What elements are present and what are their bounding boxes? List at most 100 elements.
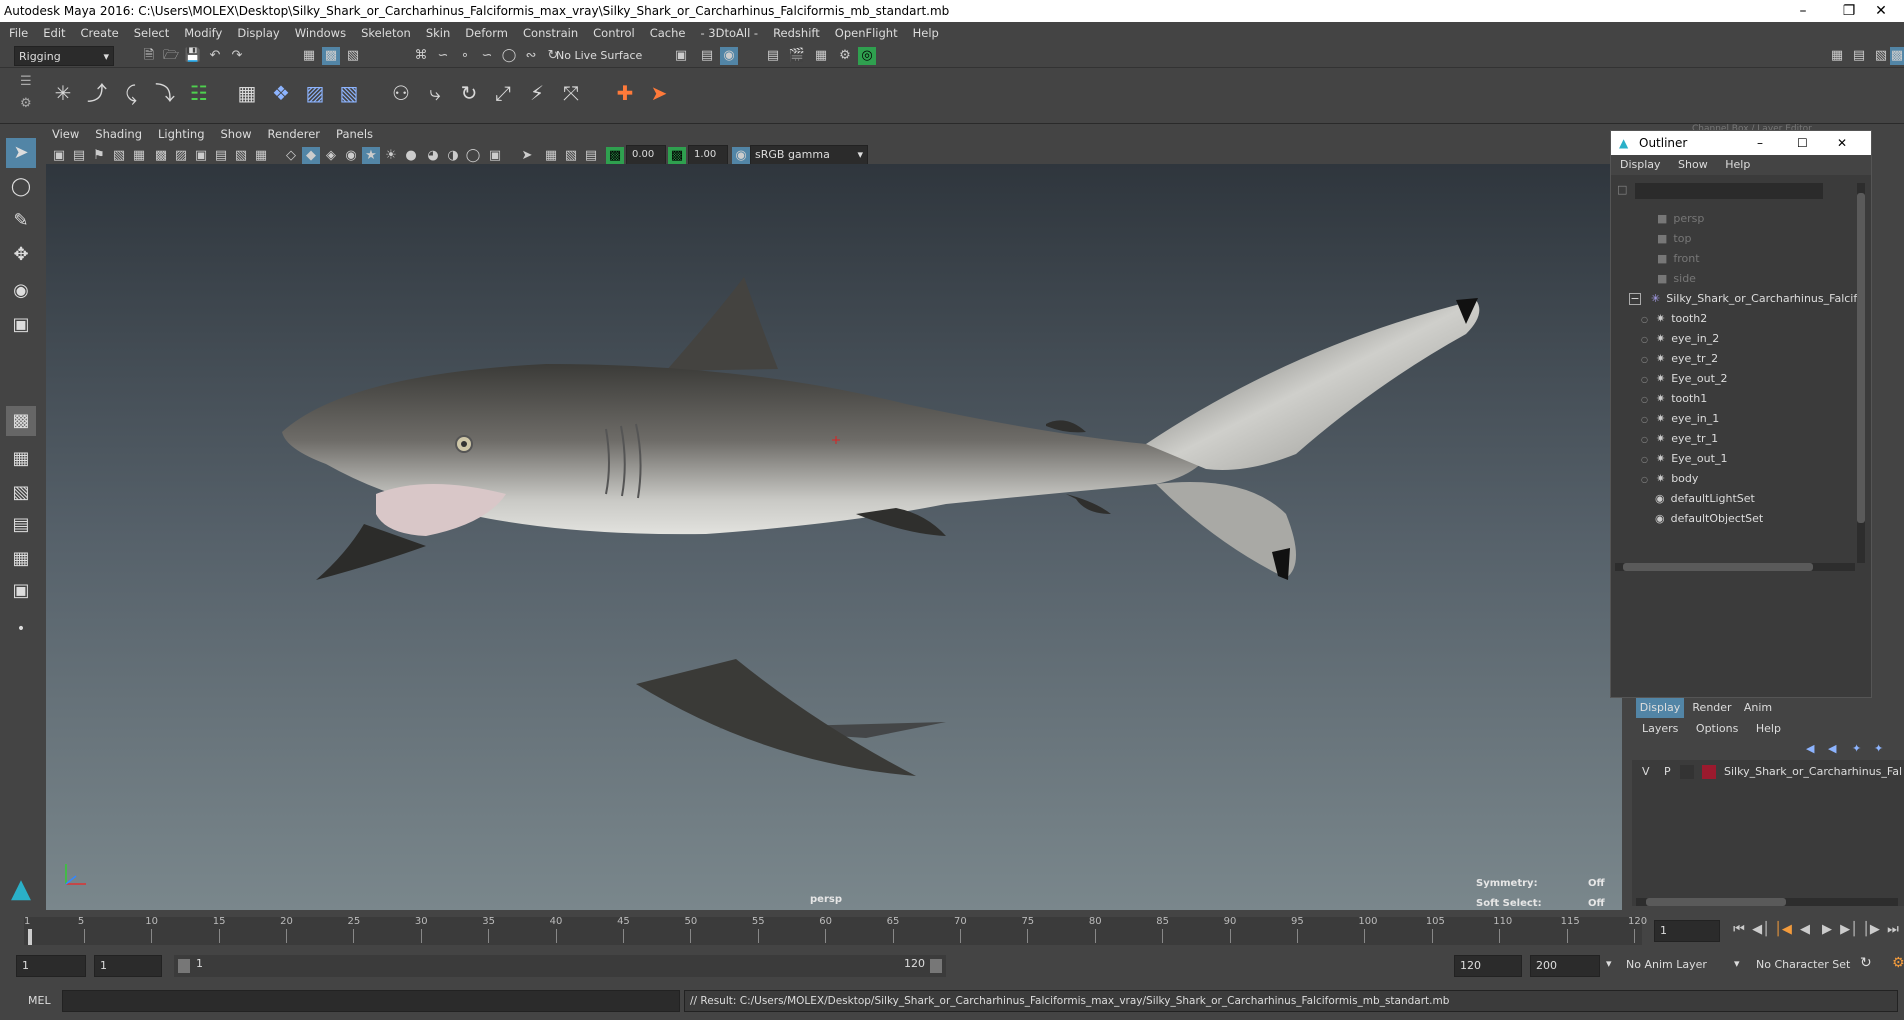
menu-openflight[interactable]: OpenFlight [835,26,898,40]
point-constraint-icon[interactable]: ⤷ [420,78,450,108]
outliner-item[interactable]: ○ ✷ Eye_out_1 [1641,449,1727,469]
menu-select[interactable]: Select [134,26,169,40]
channel-box-icon[interactable]: ▤ [1850,47,1868,65]
outliner-hscroll[interactable] [1615,563,1855,571]
resolution-gate-icon[interactable]: ▨ [172,147,190,165]
dof-icon[interactable]: ◯ [464,147,482,165]
scroll-thumb[interactable] [1857,193,1865,523]
anim-end-field[interactable]: 200 [1530,955,1600,977]
step-back-icon[interactable]: ◀│ [1752,921,1770,939]
outliner-item[interactable]: ○ ✷ eye_tr_1 [1641,429,1718,449]
close-icon[interactable]: ✕ [1837,131,1847,155]
outliner-search-field[interactable] [1635,183,1823,199]
set-key-icon[interactable]: ➤ [644,78,674,108]
menu-display[interactable]: Display [237,26,279,40]
insert-joint-icon[interactable]: ⤵ [150,78,180,108]
render-current-icon[interactable]: 🎬 [788,47,806,65]
play-back-icon[interactable]: ◀ [1796,921,1814,939]
prefs-icon[interactable]: ⚙ [1892,955,1904,971]
output-ops-icon[interactable]: ▤ [698,47,716,65]
snap-view-icon[interactable]: ∽ [478,47,496,65]
layer-hscroll[interactable] [1636,898,1898,906]
layout-menu-icon[interactable]: • [6,614,36,644]
camera-attributes-icon[interactable]: ▤ [70,147,88,165]
shelf-tabs-icon[interactable]: ☰ [20,74,32,89]
bookmark-icon[interactable]: ⚑ [90,147,108,165]
wire-on-shaded-icon[interactable]: ◈ [322,147,340,165]
shadows-icon[interactable]: ☀ [382,147,400,165]
open-scene-icon[interactable]: 🗁 [162,47,180,65]
save-scene-icon[interactable]: 💾 [184,47,202,65]
panel-menu-shading[interactable]: Shading [95,127,142,141]
current-time-marker[interactable] [28,929,32,945]
mirror-joint-icon[interactable]: ☷ [184,78,214,108]
gate-mask-icon[interactable]: ▣ [192,147,210,165]
step-forward-icon[interactable]: │▶ [1862,921,1880,939]
layer-display-type[interactable] [1680,765,1694,779]
paint-select-icon[interactable]: ✎ [6,206,36,236]
outliner-item[interactable]: ■ side [1657,269,1696,289]
outliner-titlebar[interactable]: ▲ Outliner – ☐ ✕ [1611,131,1871,155]
grid-toggle-icon[interactable]: ▦ [130,147,148,165]
top-pane-icon[interactable]: ▤ [6,510,36,540]
tab-render[interactable]: Render [1688,698,1736,718]
menu-create[interactable]: Create [81,26,119,40]
camera-select-icon[interactable]: ▣ [50,147,68,165]
menu-deform[interactable]: Deform [465,26,508,40]
orient-constraint-icon[interactable]: ↻ [454,78,484,108]
field-chart-icon[interactable]: ▤ [212,147,230,165]
aim-constraint-icon[interactable]: ⚇ [386,78,416,108]
isolate-icon[interactable]: ▣ [486,147,504,165]
ipr-render-icon[interactable]: ▦ [812,47,830,65]
auto-key-icon[interactable]: ↻ [1860,955,1872,971]
four-pane-icon[interactable]: ▦ [6,444,36,474]
menu-3dtoall[interactable]: - 3DtoAll - [700,26,758,40]
input-ops-icon[interactable]: ▣ [672,47,690,65]
locator-icon[interactable]: ✚ [610,78,640,108]
menu-constrain[interactable]: Constrain [523,26,578,40]
color-management-icon[interactable]: ◉ [732,147,750,165]
select-object-icon[interactable]: ▩ [322,47,340,65]
menu-control[interactable]: Control [593,26,635,40]
outliner-menu-show[interactable]: Show [1678,158,1708,171]
near-clip-field[interactable]: 0.00 [626,145,666,165]
new-scene-icon[interactable]: 🗎 [140,47,158,65]
side-pane-icon[interactable]: ▧ [6,478,36,508]
outliner-item[interactable]: ○ ✷ body [1641,469,1698,489]
minimize-icon[interactable]: – [1780,0,1826,22]
character-set-label[interactable]: No Character Set [1756,958,1850,971]
outliner-item[interactable]: ■ persp [1657,209,1704,229]
snap-magnet-icon[interactable]: ∾ [522,47,540,65]
menu-skin[interactable]: Skin [426,26,450,40]
outliner-item[interactable]: ■ front [1657,249,1700,269]
anim-layer-label[interactable]: No Anim Layer [1626,958,1707,971]
anim-start-field[interactable]: 1 [16,955,86,977]
menu-edit[interactable]: Edit [43,26,65,40]
maximize-icon[interactable]: ☐ [1797,131,1808,155]
layer-menu-layers[interactable]: Layers [1642,722,1678,735]
xray-icon[interactable]: ➤ [518,147,536,165]
motion-blur-icon[interactable]: ◕ [424,147,442,165]
gamma-icon[interactable]: ▩ [668,147,686,165]
menu-modify[interactable]: Modify [184,26,222,40]
range-start-handle[interactable] [178,959,190,973]
menu-help[interactable]: Help [913,26,939,40]
chevron-down-icon[interactable]: ▾ [1734,957,1740,970]
minimize-icon[interactable]: – [1757,131,1763,155]
layer-menu-help[interactable]: Help [1756,722,1781,735]
collapse-icon[interactable]: − [1629,293,1641,305]
outliner-item[interactable]: ○ ✷ tooth1 [1641,389,1707,409]
layer-visibility[interactable]: V [1642,762,1650,782]
select-component-icon[interactable]: ▧ [344,47,362,65]
scroll-thumb[interactable] [1623,563,1813,571]
tab-display[interactable]: Display [1636,698,1684,718]
undo-icon[interactable]: ↶ [206,47,224,65]
ik-spline-icon[interactable]: ⤹ [116,78,146,108]
panel-menu-view[interactable]: View [52,127,79,141]
new-layer-icon[interactable]: ✦ [1852,742,1861,755]
snap-curve-icon[interactable]: ∽ [434,47,452,65]
rotate-tool-icon[interactable]: ◉ [6,276,36,306]
prev-key-icon[interactable]: │◀ [1774,921,1792,939]
command-language-label[interactable]: MEL [28,994,51,1007]
time-slider[interactable]: 1 5 10 15 20 25 30 35 40 45 50 55 60 65 70 75 80 85 90 95 10… [0,913,1904,949]
